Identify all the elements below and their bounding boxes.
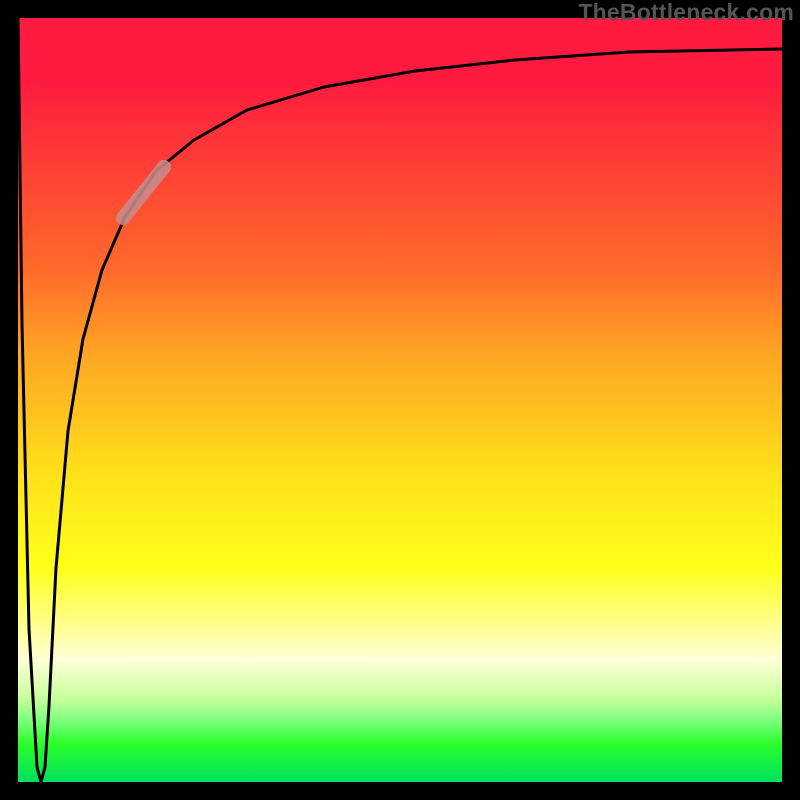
chart-frame: { "watermark": "TheBottleneck.com", "col… <box>0 0 800 800</box>
curve-layer <box>18 18 782 782</box>
highlight-segment <box>123 167 164 218</box>
bottleneck-curve <box>18 18 782 782</box>
